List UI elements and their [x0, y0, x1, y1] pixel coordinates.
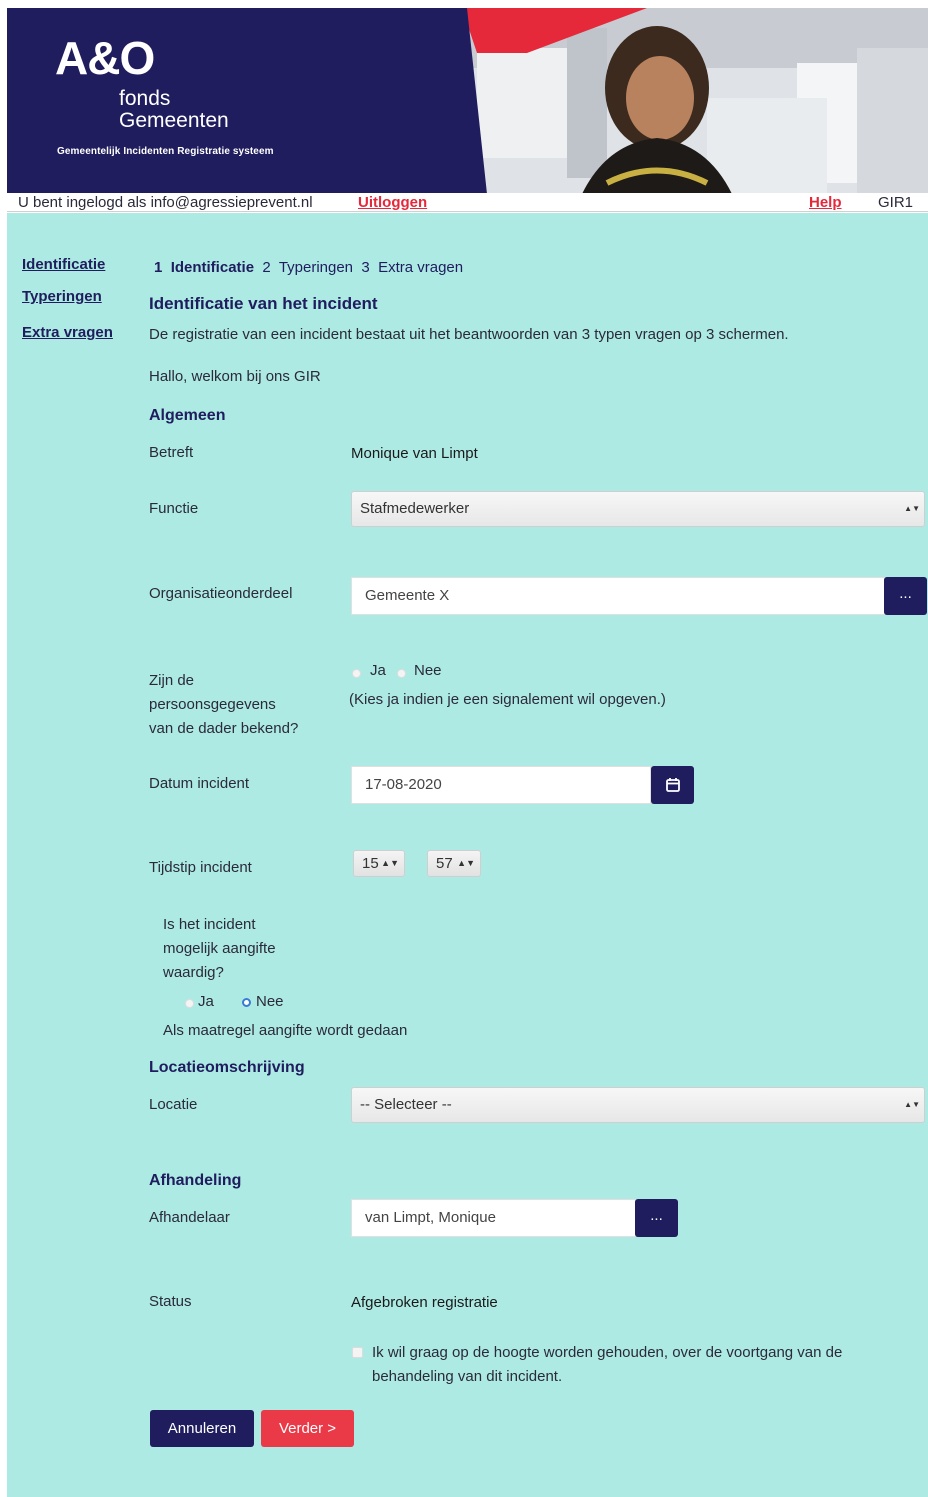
step-3-number: 3 [361, 259, 370, 276]
dader-label-line2: persoonsgegevens [149, 696, 276, 713]
dader-hint: (Kies ja indien je een signalement wil o… [349, 691, 666, 708]
select-arrows-icon: ▲▼ [904, 504, 920, 513]
aangifte-ja-radio[interactable] [185, 999, 194, 1008]
help-link[interactable]: Help [809, 193, 842, 212]
dader-ja-radio[interactable] [352, 669, 361, 678]
dader-label-line1: Zijn de [149, 672, 195, 689]
dader-bekend-label: Zijn de persoonsgegevens van de dader be… [149, 669, 298, 741]
afhandelaar-lookup-button[interactable]: ... [635, 1199, 678, 1237]
cancel-button[interactable]: Annuleren [150, 1410, 254, 1447]
sidebar-item-typeringen[interactable]: Typeringen [22, 288, 102, 305]
notify-label-line1: Ik wil graag op de hoogte worden gehoude… [372, 1344, 843, 1361]
datum-input[interactable]: 17-08-2020 [351, 766, 651, 804]
tijdstip-minute-value: 57 [436, 855, 453, 872]
functie-label: Functie [149, 500, 199, 517]
notify-label-line2: behandeling van dit incident. [372, 1368, 563, 1385]
calendar-icon [665, 778, 680, 792]
header-banner: A&O fonds Gemeenten Gemeentelijk Inciden… [7, 8, 928, 194]
step-2-label[interactable]: Typeringen [279, 259, 353, 276]
aangifte-label-line2: mogelijk aangifte [163, 940, 276, 957]
logout-link[interactable]: Uitloggen [358, 193, 427, 212]
betreft-label: Betreft [149, 444, 194, 461]
logo-line1: fonds [119, 87, 171, 110]
locatie-label: Locatie [149, 1096, 198, 1113]
functie-value: Stafmedewerker [360, 500, 470, 517]
dader-nee-radio[interactable] [397, 669, 406, 678]
select-arrows-icon: ▲▼ [904, 1100, 920, 1109]
sidebar-item-identificatie[interactable]: Identificatie [22, 256, 105, 273]
datum-label: Datum incident [149, 775, 250, 792]
status-label: Status [149, 1293, 192, 1310]
organisatie-lookup-button[interactable]: ... [884, 577, 927, 615]
aangifte-nee-radio[interactable] [242, 998, 251, 1007]
aangifte-label: Is het incident mogelijk aangifte waardi… [163, 913, 276, 985]
notify-checkbox[interactable] [352, 1347, 363, 1358]
status-value: Afgebroken registratie [351, 1294, 498, 1311]
page-title: Identificatie van het incident [149, 294, 378, 313]
functie-select[interactable]: Stafmedewerker ▲▼ [351, 491, 925, 527]
tijdstip-minute-select[interactable]: 57 ▲▼ [427, 850, 481, 877]
locatie-value: -- Selecteer -- [360, 1096, 452, 1113]
logo-mark: A&O [55, 32, 155, 84]
logo-subtitle: Gemeentelijk Incidenten Registratie syst… [57, 146, 274, 157]
notify-checkbox-label: Ik wil graag op de hoogte worden gehoude… [372, 1341, 842, 1389]
organisatie-input[interactable]: Gemeente X [351, 577, 885, 615]
tijdstip-hour-value: 15 [362, 855, 379, 872]
logo: A&O fonds Gemeenten Gemeentelijk Inciden… [55, 30, 274, 157]
logo-line2: Gemeenten [119, 109, 229, 132]
aangifte-ja-label: Ja [198, 993, 214, 1010]
betreft-value: Monique van Limpt [351, 445, 478, 462]
afhandelaar-input[interactable]: van Limpt, Monique [351, 1199, 636, 1237]
step-2-number: 2 [262, 259, 271, 276]
main-content: Identificatie Typeringen Extra vragen 1 … [7, 213, 928, 1497]
aangifte-label-line1: Is het incident [163, 916, 256, 933]
dader-nee-label: Nee [414, 662, 442, 679]
maatregel-text: Als maatregel aangifte wordt gedaan [163, 1022, 408, 1039]
sidebar-item-extra-vragen[interactable]: Extra vragen [22, 324, 113, 341]
tijdstip-hour-select[interactable]: 15 ▲▼ [353, 850, 405, 877]
dader-ja-label: Ja [370, 662, 386, 679]
next-button[interactable]: Verder > [261, 1410, 354, 1447]
aangifte-label-line3: waardig? [163, 964, 224, 981]
system-code: GIR1 [878, 194, 914, 211]
user-bar: U bent ingelogd als info@agressieprevent… [7, 193, 928, 212]
select-arrows-icon: ▲▼ [381, 858, 399, 868]
aangifte-nee-label: Nee [256, 993, 284, 1010]
step-3-label[interactable]: Extra vragen [378, 259, 463, 276]
select-arrows-icon: ▲▼ [457, 858, 475, 868]
logged-in-text: U bent ingelogd als info@agressieprevent… [18, 194, 313, 211]
datum-picker-button[interactable] [651, 766, 694, 804]
intro-text: De registratie van een incident bestaat … [149, 326, 789, 343]
tijdstip-label: Tijdstip incident [149, 859, 252, 876]
dader-label-line3: van de dader bekend? [149, 720, 299, 737]
locatie-select[interactable]: -- Selecteer -- ▲▼ [351, 1087, 925, 1123]
welcome-text: Hallo, welkom bij ons GIR [149, 368, 321, 385]
section-heading-afhandeling: Afhandeling [149, 1172, 242, 1189]
afhandelaar-label: Afhandelaar [149, 1209, 230, 1226]
step-1-label[interactable]: Identificatie [171, 259, 254, 276]
organisatie-label: Organisatieonderdeel [149, 585, 293, 602]
section-heading-locatie: Locatieomschrijving [149, 1059, 305, 1076]
step-1-number: 1 [154, 259, 163, 276]
section-heading-algemeen: Algemeen [149, 407, 226, 424]
step-indicator: 1 Identificatie 2 Typeringen 3 Extra vra… [154, 259, 463, 276]
